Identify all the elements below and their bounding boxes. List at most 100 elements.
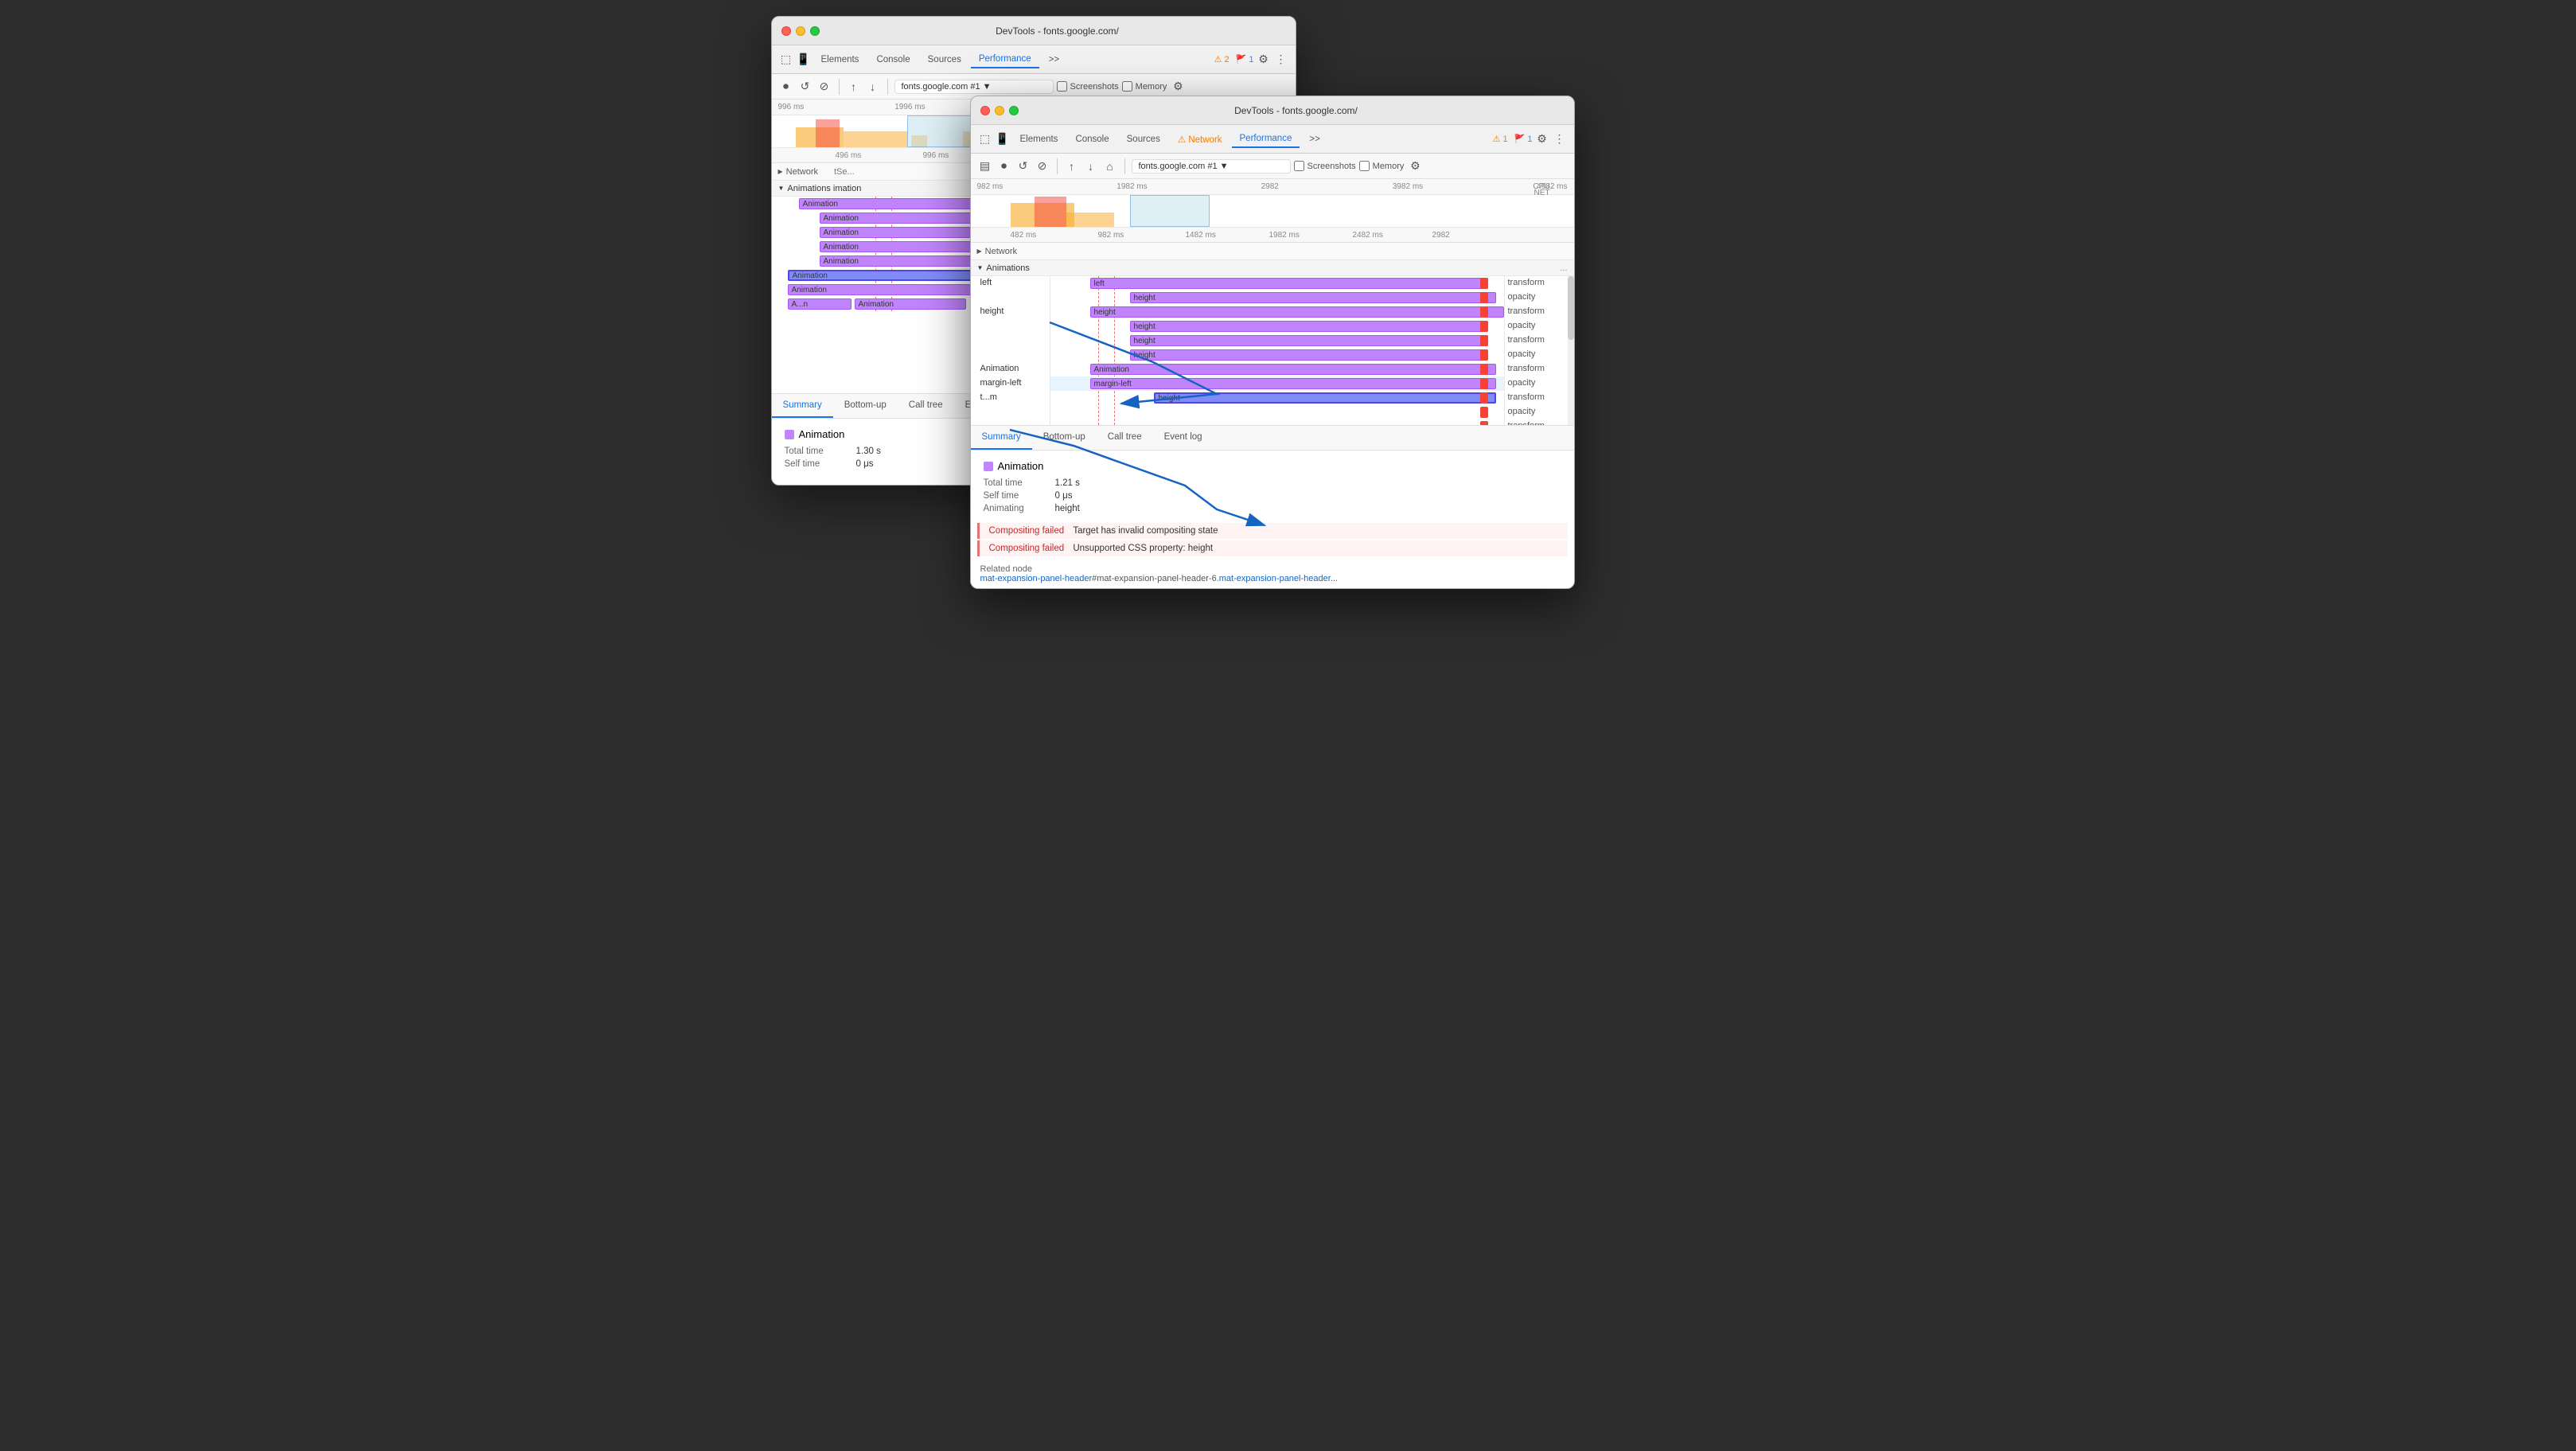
more-options-2[interactable]: ... bbox=[1560, 263, 1567, 273]
bar-margin-left[interactable]: margin-left bbox=[1090, 378, 1496, 389]
upload-icon-1[interactable]: ↑ bbox=[846, 79, 862, 95]
total-time-key-2: Total time bbox=[984, 478, 1039, 488]
reload-icon-1[interactable]: ↺ bbox=[797, 79, 813, 95]
url-bar-2[interactable]: fonts.google.com #1 ▼ bbox=[1132, 159, 1291, 174]
compositing-val-1: Target has invalid compositing state bbox=[1073, 526, 1218, 536]
bar-height-5[interactable]: height bbox=[1130, 349, 1488, 361]
animation-color-1 bbox=[785, 430, 794, 439]
cursor-icon-2[interactable]: ⬚ bbox=[977, 131, 993, 147]
settings-icon-record-1[interactable]: ⚙ bbox=[1170, 79, 1186, 95]
tab-elements-1[interactable]: Elements bbox=[813, 52, 867, 68]
animating-key: Animating bbox=[984, 504, 1039, 513]
bar-animation[interactable]: Animation bbox=[1090, 364, 1496, 375]
label-animation: Animation bbox=[971, 362, 1050, 376]
total-time-val-2: 1.21 s bbox=[1055, 478, 1080, 488]
summary-row-total-2: Total time 1.21 s bbox=[984, 478, 1561, 488]
summary-row-self-2: Self time 0 μs bbox=[984, 491, 1561, 501]
memory-checkbox-1[interactable]: Memory bbox=[1122, 81, 1167, 92]
anim-bar-animation[interactable]: Animation bbox=[855, 298, 966, 310]
close-button-2[interactable] bbox=[980, 106, 990, 115]
animations-table-2: left height Animation margin-left t...m bbox=[971, 276, 1574, 425]
network-label-1: Network bbox=[786, 167, 818, 177]
bar-height-selected[interactable]: height bbox=[1154, 392, 1496, 404]
clear-icon-2[interactable]: ⊘ bbox=[1035, 158, 1050, 174]
devtools-window-2: DevTools - fonts.google.com/ ⬚ 📱 Element… bbox=[970, 96, 1575, 589]
animation-name-1: Animation bbox=[799, 428, 845, 440]
tab-bottomup-2[interactable]: Bottom-up bbox=[1032, 426, 1097, 450]
record-toolbar-2: ▤ ⏺ ↺ ⊘ ↑ ↓ ⌂ fonts.google.com #1 ▼ Scre… bbox=[971, 154, 1574, 179]
total-time-val-1: 1.30 s bbox=[856, 447, 881, 456]
tab-calltree-2[interactable]: Call tree bbox=[1097, 426, 1153, 450]
tab-summary-1[interactable]: Summary bbox=[772, 394, 833, 418]
screenshots-checkbox-2[interactable]: Screenshots bbox=[1294, 161, 1356, 171]
left-labels-col: left height Animation margin-left t...m bbox=[971, 276, 1050, 425]
more-icon-2[interactable]: ⋮ bbox=[1552, 131, 1568, 147]
tab-more-1[interactable]: >> bbox=[1041, 52, 1067, 68]
compositing-errors: Compositing failed Target has invalid co… bbox=[977, 523, 1568, 556]
related-node-row: Related node mat-expansion-panel-header#… bbox=[971, 560, 1574, 588]
animation-name-2: Animation bbox=[998, 460, 1044, 472]
mobile-icon[interactable]: 📱 bbox=[796, 52, 812, 68]
reload-icon-2[interactable]: ↺ bbox=[1015, 158, 1031, 174]
url-bar-1[interactable]: fonts.google.com #1 ▼ bbox=[894, 80, 1054, 94]
download-icon-1[interactable]: ↓ bbox=[865, 79, 881, 95]
screenshots-checkbox-1[interactable]: Screenshots bbox=[1057, 81, 1119, 92]
mobile-icon-2[interactable]: 📱 bbox=[995, 131, 1011, 147]
tab-sources-2[interactable]: Sources bbox=[1119, 131, 1168, 147]
animations-label-2: Animations bbox=[986, 263, 1029, 273]
settings-icon-2[interactable]: ⚙ bbox=[1534, 131, 1550, 147]
animation-color-2 bbox=[984, 462, 993, 471]
minimize-button-1[interactable] bbox=[796, 26, 805, 36]
screenshot-container: DevTools - fonts.google.com/ ⬚ 📱 Element… bbox=[771, 16, 1806, 597]
timeline-area-2: 982 ms 1982 ms 2982 3982 ms 4982 ms CPU … bbox=[971, 179, 1574, 243]
bar-height-3[interactable]: height bbox=[1130, 321, 1488, 332]
self-time-key-1: Self time bbox=[785, 459, 840, 469]
memory-checkbox-2[interactable]: Memory bbox=[1359, 161, 1405, 171]
network-label-2: Network bbox=[985, 247, 1017, 256]
record-icon-1[interactable]: ⏺ bbox=[778, 79, 794, 95]
scrollbar-2[interactable] bbox=[1568, 276, 1574, 425]
tab-bottomup-1[interactable]: Bottom-up bbox=[833, 394, 898, 418]
more-icon-1[interactable]: ⋮ bbox=[1273, 52, 1289, 68]
tab-console-2[interactable]: Console bbox=[1067, 131, 1117, 147]
minimize-button-2[interactable] bbox=[995, 106, 1004, 115]
maximize-button-1[interactable] bbox=[810, 26, 820, 36]
tab-performance-1[interactable]: Performance bbox=[971, 51, 1039, 68]
home-icon-2[interactable]: ⌂ bbox=[1102, 158, 1118, 174]
tab-calltree-1[interactable]: Call tree bbox=[898, 394, 954, 418]
clear-icon-1[interactable]: ⊘ bbox=[816, 79, 832, 95]
label-tm: t...m bbox=[971, 391, 1050, 405]
tab-summary-2[interactable]: Summary bbox=[971, 426, 1032, 450]
self-time-val-1: 0 μs bbox=[856, 459, 874, 469]
bar-height-1[interactable]: height bbox=[1130, 292, 1496, 303]
compositing-val-2: Unsupported CSS property: height bbox=[1073, 544, 1213, 553]
main-content-2: ▶ Network ▼ Animations ... left height bbox=[971, 243, 1574, 588]
upload-icon-2[interactable]: ↑ bbox=[1064, 158, 1080, 174]
sidebar-icon-2[interactable]: ▤ bbox=[977, 158, 993, 174]
summary-panel-2: Summary Bottom-up Call tree Event log An… bbox=[971, 425, 1574, 588]
cursor-icon[interactable]: ⬚ bbox=[778, 52, 794, 68]
download-icon-2[interactable]: ↓ bbox=[1083, 158, 1099, 174]
traffic-lights-2 bbox=[980, 106, 1019, 115]
tab-sources-1[interactable]: Sources bbox=[920, 52, 969, 68]
anim-bar-an[interactable]: A...n bbox=[788, 298, 852, 310]
record-icon-2[interactable]: ⏺ bbox=[996, 158, 1012, 174]
bar-height-2[interactable]: height bbox=[1090, 306, 1504, 318]
tab-network-2[interactable]: ⚠ Network bbox=[1170, 131, 1230, 148]
maximize-button-2[interactable] bbox=[1009, 106, 1019, 115]
tab-elements-2[interactable]: Elements bbox=[1012, 131, 1066, 147]
tab-performance-2[interactable]: Performance bbox=[1232, 131, 1300, 148]
summary-content-2: Animation Total time 1.21 s Self time 0 … bbox=[971, 451, 1574, 523]
window-title-1: DevTools - fonts.google.com/ bbox=[829, 25, 1286, 37]
tab-console-1[interactable]: Console bbox=[868, 52, 918, 68]
settings-icon-1[interactable]: ⚙ bbox=[1256, 52, 1272, 68]
bar-left[interactable]: left bbox=[1090, 278, 1488, 289]
scrollbar-thumb-2[interactable] bbox=[1568, 276, 1574, 340]
bar-height-4[interactable]: height bbox=[1130, 335, 1488, 346]
tab-more-2[interactable]: >> bbox=[1301, 131, 1327, 147]
tab-eventlog-2[interactable]: Event log bbox=[1153, 426, 1214, 450]
related-node-link[interactable]: mat-expansion-panel-header#mat-expansion… bbox=[980, 574, 1338, 583]
settings-icon-record-2[interactable]: ⚙ bbox=[1407, 158, 1423, 174]
bottom-ruler-2: 482 ms 982 ms 1482 ms 1982 ms 2482 ms 29… bbox=[971, 227, 1574, 243]
close-button-1[interactable] bbox=[781, 26, 791, 36]
